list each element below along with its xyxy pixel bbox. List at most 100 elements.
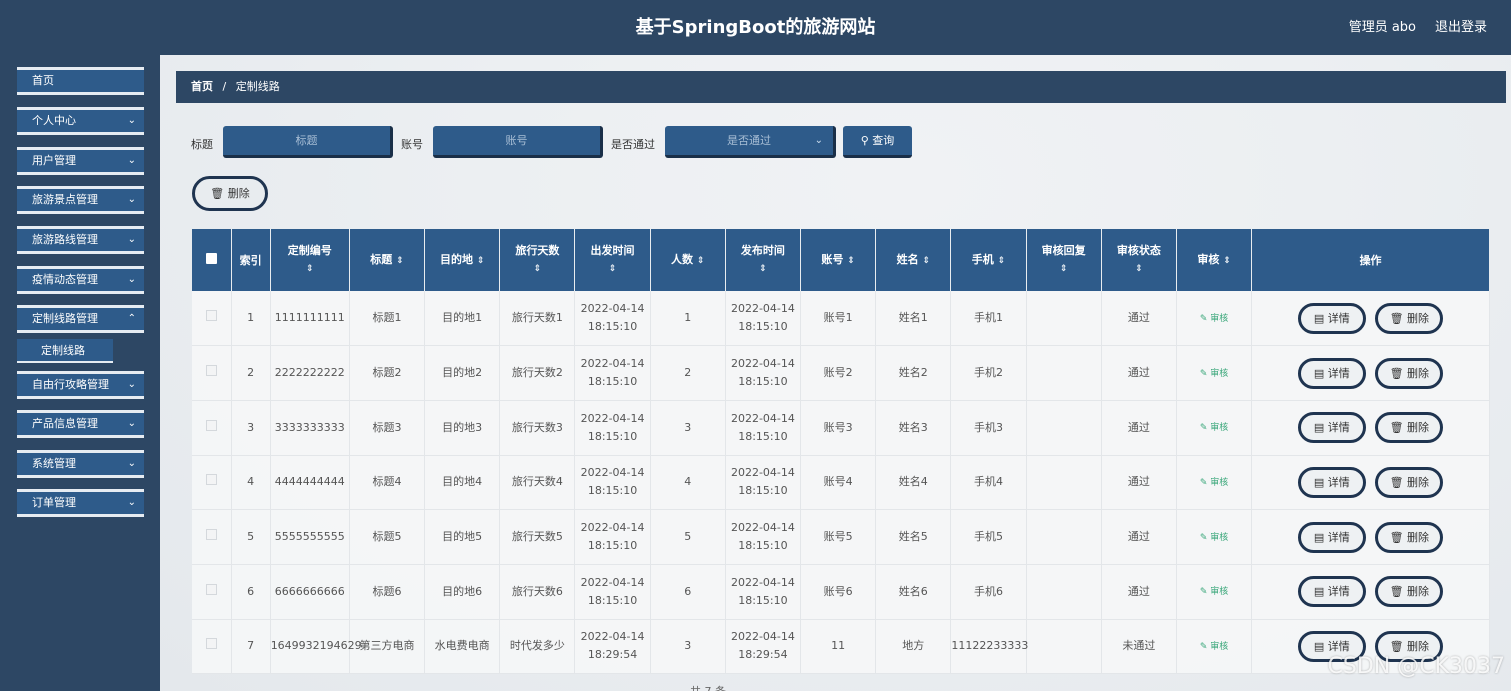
sort-icon: ⇕	[922, 255, 930, 266]
audit-link[interactable]: ✎ 审核	[1200, 642, 1228, 652]
cell-status: 通过	[1101, 509, 1177, 565]
col-audit-reply[interactable]: 审核回复 ⇕	[1026, 229, 1102, 291]
cell-dest: 目的地2	[424, 345, 501, 401]
audit-link[interactable]: ✎ 审核	[1200, 478, 1228, 488]
row-delete-button[interactable]: 🗑 删除	[1375, 576, 1444, 608]
cell-depart: 2022-04-14 18:15:10	[574, 564, 651, 620]
detail-button[interactable]: ▤ 详情	[1297, 521, 1366, 553]
audit-link[interactable]: ✎ 审核	[1200, 314, 1228, 324]
sidebar-item-free-travel-management[interactable]: 自由行攻略管理 ⌄	[17, 371, 144, 399]
col-account[interactable]: 账号 ⇕	[800, 229, 877, 291]
cell-title: 标题3	[349, 400, 426, 456]
cell-index: 5	[231, 509, 271, 565]
row-delete-button[interactable]: 🗑 删除	[1375, 302, 1444, 334]
cell-status: 通过	[1101, 400, 1177, 456]
sidebar-item-route-management[interactable]: 旅游路线管理 ⌄	[17, 226, 144, 254]
table-row: 3 3333333333 标题3 目的地3 旅行天数3 2022-04-14 18:15:…	[192, 400, 1490, 456]
row-delete-button[interactable]: 🗑 删除	[1375, 357, 1444, 389]
sort-icon: ⇕	[1135, 264, 1143, 274]
pass-select-value: 是否通过	[727, 134, 771, 147]
col-audit[interactable]: 审核 ⇕	[1176, 229, 1253, 291]
col-publish-time[interactable]: 发布时间 ⇕	[725, 229, 802, 291]
row-checkbox[interactable]	[192, 345, 232, 401]
col-depart-time[interactable]: 出发时间 ⇕	[574, 229, 651, 291]
trash-icon: 🗑	[1389, 366, 1404, 380]
row-checkbox[interactable]	[192, 291, 232, 347]
trash-icon: 🗑	[1389, 421, 1404, 435]
sidebar-item-scenic-management[interactable]: 旅游景点管理 ⌄	[17, 186, 144, 214]
cell-pub: 2022-04-14 18:15:10	[725, 455, 802, 511]
detail-button[interactable]: ▤ 详情	[1297, 412, 1366, 444]
row-checkbox[interactable]	[192, 400, 232, 456]
cell-people: 3	[650, 619, 726, 675]
row-delete-button[interactable]: 🗑 删除	[1375, 521, 1444, 553]
detail-button[interactable]: ▤ 详情	[1297, 466, 1366, 498]
row-delete-button[interactable]: 🗑 删除	[1375, 412, 1444, 444]
detail-button[interactable]: ▤ 详情	[1297, 302, 1366, 334]
trash-icon: 🗑	[1389, 475, 1404, 489]
row-checkbox[interactable]	[192, 564, 232, 620]
cell-reply	[1026, 455, 1102, 511]
sidebar-item-label: 旅游景点管理	[32, 193, 98, 206]
chevron-down-icon: ⌄	[127, 194, 136, 205]
sidebar-item-label: 自由行攻略管理	[32, 378, 109, 391]
sidebar-item-order-management[interactable]: 订单管理 ⌄	[17, 489, 144, 517]
breadcrumb-home[interactable]: 首页	[191, 80, 213, 93]
edit-icon: ✎	[1199, 368, 1208, 379]
col-actions: 操作	[1251, 229, 1490, 291]
col-audit-status[interactable]: 审核状态 ⇕	[1101, 229, 1177, 291]
cell-name: 姓名1	[875, 291, 952, 347]
cell-dest: 目的地4	[424, 455, 501, 511]
audit-link[interactable]: ✎ 审核	[1200, 369, 1228, 379]
cell-account: 账号6	[800, 564, 877, 620]
breadcrumb-current: 定制线路	[235, 80, 280, 93]
batch-delete-button[interactable]: 🗑 删除	[192, 176, 268, 211]
sidebar-subitem-custom-route[interactable]: 定制线路	[17, 339, 113, 363]
sidebar-item-user-management[interactable]: 用户管理 ⌄	[17, 147, 144, 175]
account-input[interactable]: 账号	[433, 126, 603, 158]
select-all-checkbox[interactable]	[192, 229, 232, 291]
audit-link[interactable]: ✎ 审核	[1200, 423, 1228, 433]
cell-title: 标题2	[349, 345, 426, 401]
col-destination[interactable]: 目的地 ⇕	[424, 229, 501, 291]
col-people[interactable]: 人数 ⇕	[650, 229, 726, 291]
logout-link[interactable]: 退出登录	[1435, 16, 1487, 35]
document-icon: ▤	[1313, 366, 1325, 380]
sidebar-item-home[interactable]: 首页	[17, 67, 144, 95]
row-checkbox[interactable]	[192, 455, 232, 511]
row-checkbox[interactable]	[192, 509, 232, 565]
sidebar-item-product-management[interactable]: 产品信息管理 ⌄	[17, 410, 144, 438]
sidebar-item-label: 首页	[32, 74, 54, 87]
col-days[interactable]: 旅行天数 ⇕	[499, 229, 576, 291]
row-checkbox[interactable]	[192, 619, 232, 675]
detail-button[interactable]: ▤ 详情	[1297, 576, 1366, 608]
detail-button[interactable]: ▤ 详情	[1297, 357, 1366, 389]
cell-actions: ▤ 详情 🗑 删除	[1251, 291, 1490, 347]
query-button[interactable]: ⚲ 查询	[843, 126, 912, 158]
table-row: 5 5555555555 标题5 目的地5 旅行天数5 2022-04-14 18:15:…	[192, 509, 1490, 565]
cell-actions: ▤ 详情 🗑 删除	[1251, 400, 1490, 456]
cell-name: 姓名6	[875, 564, 952, 620]
sidebar-item-personal-center[interactable]: 个人中心 ⌄	[17, 107, 144, 135]
col-name[interactable]: 姓名 ⇕	[875, 229, 952, 291]
col-title[interactable]: 标题 ⇕	[349, 229, 426, 291]
sidebar-item-system-management[interactable]: 系统管理 ⌄	[17, 450, 144, 478]
app-title: 基于SpringBoot的旅游网站	[635, 17, 876, 38]
title-input[interactable]: 标题	[223, 126, 393, 158]
cell-account: 账号1	[800, 291, 877, 347]
sidebar-item-epidemic-management[interactable]: 疫情动态管理 ⌄	[17, 266, 144, 294]
document-icon: ▤	[1313, 311, 1325, 325]
col-custom-no[interactable]: 定制编号 ⇕	[270, 229, 350, 291]
trash-icon: 🗑	[1389, 639, 1404, 653]
chevron-down-icon: ⌄	[814, 135, 823, 146]
sidebar-item-custom-route-management[interactable]: 定制线路管理 ⌃	[17, 305, 144, 333]
cell-dest: 目的地6	[424, 564, 501, 620]
audit-link[interactable]: ✎ 审核	[1200, 587, 1228, 597]
pass-select[interactable]: 是否通过 ⌄	[665, 126, 836, 158]
col-phone[interactable]: 手机 ⇕	[950, 229, 1027, 291]
sidebar-item-label: 疫情动态管理	[32, 273, 98, 286]
audit-link[interactable]: ✎ 审核	[1200, 533, 1228, 543]
cell-name: 姓名5	[875, 509, 952, 565]
row-delete-button[interactable]: 🗑 删除	[1375, 466, 1444, 498]
cell-index: 2	[231, 345, 271, 401]
